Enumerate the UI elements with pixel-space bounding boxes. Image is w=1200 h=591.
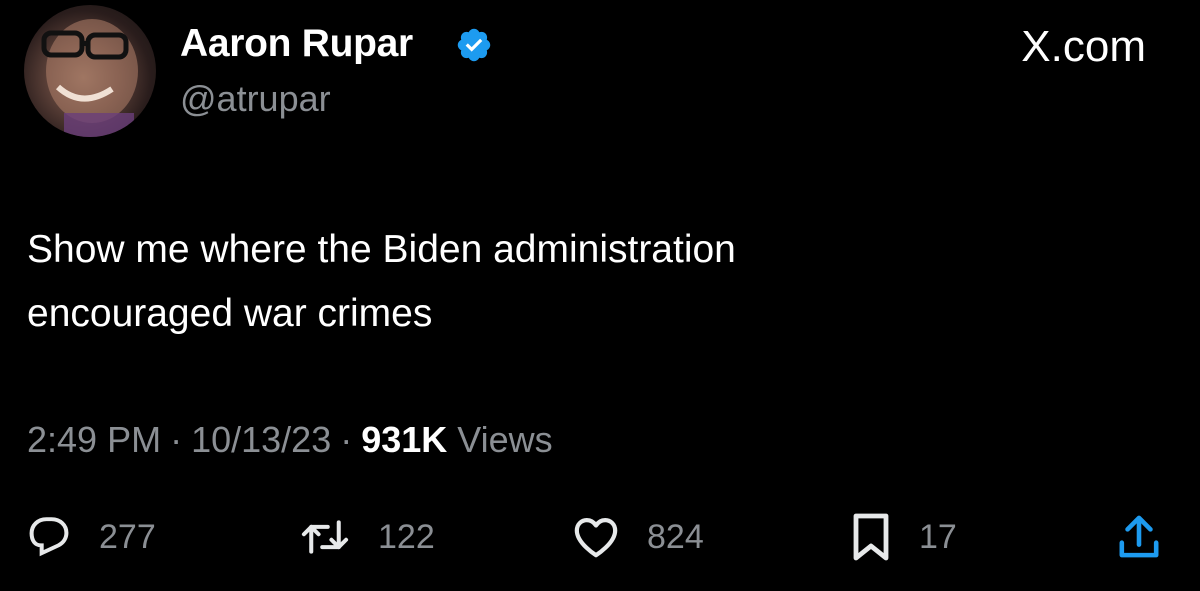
tweet-text: Show me where the Biden administration e…: [27, 218, 1127, 346]
repost-icon: [301, 520, 349, 554]
tweet-text-line: Show me where the Biden administration: [27, 228, 736, 271]
share-icon: [1119, 515, 1159, 558]
bookmark-icon: [853, 513, 889, 561]
tweet-meta: 2:49 PM · 10/13/23 · 931K Views: [27, 419, 553, 461]
views-count: 931K: [361, 419, 448, 460]
bookmark-count: 17: [919, 517, 957, 556]
meta-separator: ·: [340, 419, 353, 460]
reply-button[interactable]: 277: [27, 513, 156, 561]
reply-icon: [29, 517, 69, 557]
site-logo: X.com: [1021, 22, 1146, 71]
share-button[interactable]: [1118, 513, 1160, 561]
views-label: Views: [457, 419, 553, 460]
tweet-time[interactable]: 2:49 PM: [27, 419, 161, 460]
verified-badge-icon: [457, 28, 491, 62]
tweet-date[interactable]: 10/13/23: [191, 419, 331, 460]
meta-separator: ·: [170, 419, 183, 460]
reply-count: 277: [99, 517, 156, 556]
avatar-image: [41, 19, 138, 137]
display-name[interactable]: Aaron Rupar: [180, 22, 413, 66]
bookmark-button[interactable]: 17: [851, 513, 957, 561]
repost-count: 122: [378, 517, 435, 556]
repost-button[interactable]: 122: [300, 513, 435, 561]
heart-icon: [574, 518, 618, 558]
avatar[interactable]: [24, 5, 156, 137]
like-count: 824: [647, 517, 704, 556]
tweet-text-line: encouraged war crimes: [27, 292, 433, 335]
tweet-card: Aaron Rupar @atrupar X.com Show me where…: [0, 0, 1200, 591]
like-button[interactable]: 824: [573, 513, 704, 561]
user-handle[interactable]: @atrupar: [180, 78, 331, 120]
